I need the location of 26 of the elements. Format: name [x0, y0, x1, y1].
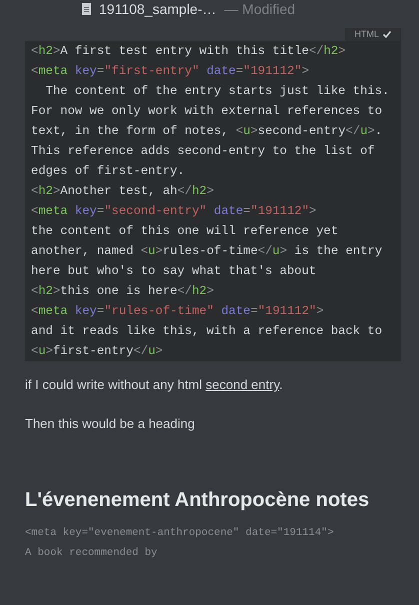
heading: L'évenenement Anthropocène notes	[24, 488, 370, 513]
link[interactable]: second entry	[206, 377, 280, 392]
code-line: <h2>A first test entry with this title</h2>	[31, 43, 347, 60]
code-line: and it reads like this, with a reference back to	[31, 323, 384, 340]
paragraph: Then this would be a heading	[25, 415, 196, 432]
raw-text-line: <meta key="evenement-anthropocene" date="191114">	[25, 526, 335, 541]
code-line: another, named <u>rules-of-time</u> is the entry	[31, 243, 384, 260]
paragraph: if I could write without any html second entry.	[25, 376, 284, 393]
code-line: <h2>this one is here</h2>	[31, 283, 215, 300]
window-status: — Modified	[224, 0, 296, 18]
code-line: edges of first-entry.	[31, 163, 186, 180]
code-line: the content of this one will reference yet	[31, 223, 340, 240]
code-line: text, in the form of notes, <u>second-entry</u>.	[31, 123, 384, 140]
language-badge[interactable]: HTML	[344, 28, 401, 41]
code-line: here but who's to say what that's about	[31, 263, 318, 280]
code-line: <meta key="second-entry" date="191112">	[31, 203, 318, 220]
code-line: <u>first-entry</u>	[31, 343, 164, 360]
code-line: For now we only work with external references to	[31, 103, 384, 120]
code-line: <meta key="rules-of-time" date="191112">	[31, 303, 325, 320]
code-line: This reference adds second-entry to the list of	[31, 143, 376, 160]
document-icon	[82, 3, 91, 15]
code-line: <meta key="first-entry" date="191112">	[31, 63, 310, 80]
code-line: The content of the entry starts just like this.	[44, 83, 390, 100]
code-line: <h2>Another test, ah</h2>	[31, 183, 215, 200]
window-title: 191108_sample-…	[99, 0, 216, 19]
raw-text-line: A book recommended by	[25, 546, 158, 561]
